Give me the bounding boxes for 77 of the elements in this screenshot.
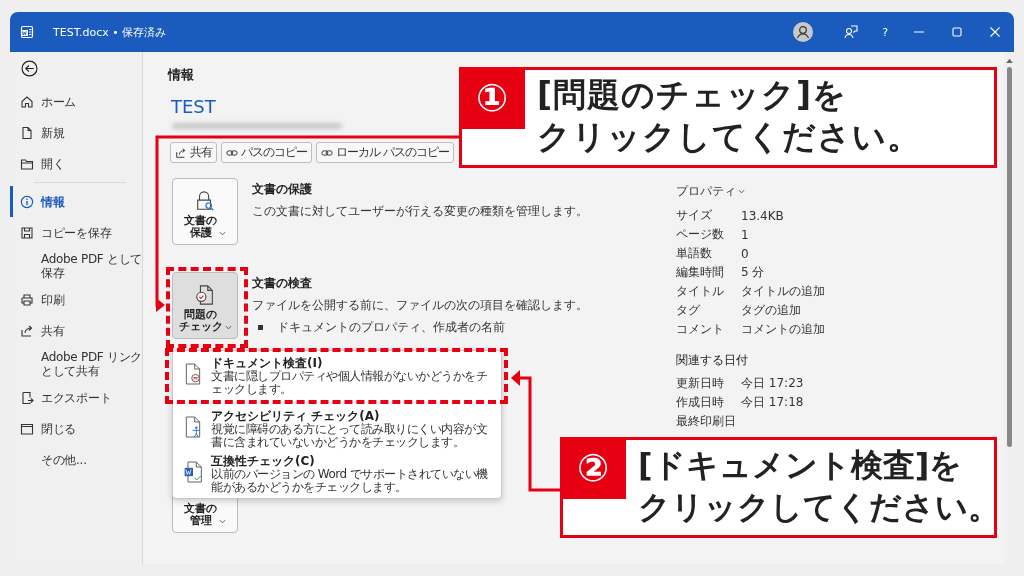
- sidebar-item[interactable]: 新規: [10, 117, 142, 148]
- property-label: タグ: [676, 302, 701, 319]
- document-inspect-icon: [183, 362, 203, 386]
- sidebar-item[interactable]: 開く: [10, 148, 142, 179]
- sidebar-item[interactable]: その他...: [10, 444, 142, 475]
- callout-text: クリックしてください。: [638, 487, 1000, 528]
- window-title: TEST.docx • 保存済み: [53, 24, 167, 40]
- action-button[interactable]: 共有: [170, 142, 217, 163]
- date-label: 作成日時: [676, 394, 725, 411]
- date-value: 今日 17:18: [741, 394, 804, 411]
- feedback-icon[interactable]: [843, 24, 860, 40]
- date-label: 最終印刷日: [676, 413, 737, 430]
- compatibility-icon: [183, 460, 203, 484]
- bullet-text: ドキュメントのプロパティ、作成者の名前: [277, 319, 505, 336]
- page-heading: 情報: [168, 66, 194, 84]
- property-label: 単語数: [676, 245, 713, 262]
- menu-item[interactable]: アクセシビリティ チェック(A) 視覚に障碍のある方にとって読み取りにくい内容が文書に含まれていないかどうかをチェックします。: [173, 407, 501, 452]
- dates-heading: 関連する日付: [676, 352, 748, 369]
- sidebar-item[interactable]: コピーを保存: [10, 217, 142, 248]
- document-title: TEST: [171, 96, 216, 118]
- action-button[interactable]: ローカル パスのコピー: [316, 142, 454, 163]
- scroll-up-icon[interactable]: [1005, 58, 1013, 63]
- action-button[interactable]: パスのコピー: [221, 142, 312, 163]
- bullet-icon: [258, 325, 263, 330]
- callout-text: クリックしてください。: [537, 116, 921, 158]
- share-icon: [20, 323, 34, 338]
- section-heading: 文書の保護: [252, 181, 312, 198]
- section-button[interactable]: 文書の 保護: [172, 178, 238, 245]
- home-icon: [20, 94, 34, 109]
- menu-item[interactable]: ドキュメント検査(I) 文書に隠しプロパティや個人情報がないかどうかをチェックします。: [173, 354, 501, 399]
- sidebar-item[interactable]: 共有: [10, 315, 142, 346]
- caret-icon: [224, 325, 232, 330]
- printer-icon: [20, 292, 34, 307]
- sidebar-item[interactable]: エクスポート: [10, 382, 142, 413]
- lock-icon: [194, 190, 216, 212]
- property-value: 0: [741, 246, 749, 261]
- document-icon: [20, 125, 34, 140]
- date-value: 今日 17:23: [741, 375, 804, 392]
- property-value: コメントの追加: [741, 321, 825, 338]
- sidebar-item[interactable]: Adobe PDF として 保存: [10, 248, 142, 284]
- property-label: タイトル: [676, 283, 725, 300]
- property-label: 編集時間: [676, 264, 725, 281]
- account-avatar-icon[interactable]: [793, 22, 814, 42]
- step-number: ①: [459, 67, 525, 129]
- export-icon: [20, 390, 34, 405]
- property-value: タイトルの追加: [741, 283, 825, 300]
- properties-heading[interactable]: プロパティ: [676, 184, 745, 199]
- caret-icon: [219, 519, 226, 524]
- caret-icon: [738, 189, 745, 194]
- info-icon: [20, 194, 34, 209]
- property-value: 13.4KB: [741, 208, 784, 223]
- date-label: 更新日時: [676, 375, 725, 392]
- help-button[interactable]: ?: [878, 25, 892, 39]
- accessibility-icon: [183, 415, 203, 439]
- section-button[interactable]: 問題の チェック: [172, 272, 238, 339]
- section-description: この文書に対してユーザーが行える変更の種類を管理します。: [252, 203, 588, 220]
- property-label: コメント: [676, 321, 725, 338]
- maximize-icon[interactable]: [949, 24, 965, 40]
- section-description: ファイルを公開する前に、ファイルの次の項目を確認します。: [252, 297, 588, 314]
- property-value: 5 分: [741, 264, 765, 281]
- sidebar-item[interactable]: 印刷: [10, 284, 142, 315]
- step-number: ②: [560, 437, 626, 499]
- document-check-icon: [194, 284, 216, 306]
- share-icon: [175, 146, 187, 159]
- sidebar-item[interactable]: ホーム: [10, 86, 142, 117]
- property-label: ページ数: [676, 226, 725, 243]
- sidebar-item[interactable]: 閉じる: [10, 413, 142, 444]
- property-value: 1: [741, 227, 749, 242]
- property-label: サイズ: [676, 207, 713, 224]
- sidebar-item[interactable]: Adobe PDF リンク として共有: [10, 346, 142, 382]
- callout-text: [問題のチェック]を: [537, 74, 848, 116]
- document-app-icon: [20, 25, 34, 39]
- property-value: タグの追加: [741, 302, 801, 319]
- section-heading: 文書の検査: [252, 275, 312, 292]
- caret-icon: [219, 231, 226, 236]
- callout-text: [ドキュメント検査]を: [638, 445, 963, 486]
- sidebar-item[interactable]: 情報: [10, 186, 142, 217]
